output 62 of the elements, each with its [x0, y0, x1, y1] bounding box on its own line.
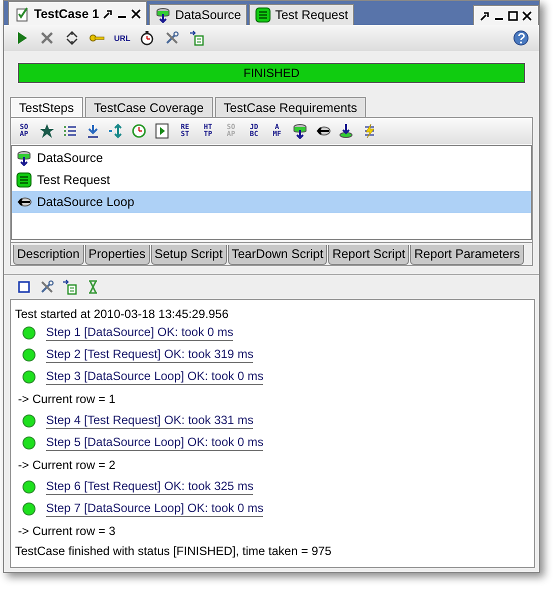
test-step-item[interactable]: Test Request: [12, 169, 531, 191]
clipboard-arrow-icon[interactable]: [189, 30, 206, 46]
status-dot-icon: [22, 326, 36, 340]
test-step-item[interactable]: DataSource: [12, 147, 531, 169]
close-icon[interactable]: [522, 10, 532, 20]
status-dot-icon: [22, 414, 36, 428]
document-tab[interactable]: TestCase 1: [8, 1, 148, 25]
help-icon[interactable]: [513, 30, 529, 46]
log-text: TestCase finished with status [FINISHED], time taken = 975: [15, 544, 332, 558]
step-result-link[interactable]: Step 5 [DataSource Loop] OK: took 0 ms: [46, 435, 264, 451]
square-icon[interactable]: [16, 279, 32, 295]
test-step-item[interactable]: DataSource Loop: [12, 191, 531, 213]
tab[interactable]: Report Parameters: [410, 245, 524, 265]
tab[interactable]: TestCase Requirements: [214, 97, 366, 117]
log-text: -> Current row = 2: [17, 458, 116, 472]
database-icon: [16, 150, 32, 166]
log-text: -> Current row = 3: [17, 524, 116, 538]
star-icon[interactable]: [39, 123, 55, 139]
step-result-link[interactable]: Step 6 [Test Request] OK: took 325 ms: [46, 479, 254, 495]
play-box-icon[interactable]: [154, 123, 170, 139]
pin-icon[interactable]: [103, 8, 114, 18]
tab[interactable]: Properties: [84, 245, 150, 265]
cycle-arrows-icon[interactable]: [64, 30, 80, 46]
step-result-link[interactable]: Step 2 [Test Request] OK: took 319 ms: [46, 347, 254, 363]
log-text: Test started at 2010-03-18 13:45:29.956: [15, 306, 228, 320]
database-icon: [155, 7, 172, 23]
status-dot-icon: [22, 502, 36, 516]
tab[interactable]: TearDown Script: [228, 245, 328, 265]
database-down-icon[interactable]: [338, 123, 354, 139]
tools-icon[interactable]: [164, 30, 180, 46]
clock-icon[interactable]: [131, 123, 147, 139]
checklist-icon: [14, 6, 30, 22]
tab[interactable]: TestSteps: [10, 97, 83, 117]
document-icon: [16, 172, 32, 188]
close-icon[interactable]: [131, 8, 142, 18]
tab[interactable]: Report Script: [328, 245, 410, 265]
stopwatch-icon[interactable]: [139, 30, 156, 46]
tab[interactable]: Description: [13, 245, 84, 265]
step-result-link[interactable]: Step 7 [DataSource Loop] OK: took 0 ms: [46, 501, 264, 517]
status-dot-icon: [22, 480, 36, 494]
tools-icon[interactable]: [39, 279, 55, 295]
tab[interactable]: TestCase Coverage: [84, 97, 213, 117]
step-result-link[interactable]: Step 1 [DataSource] OK: took 0 ms: [46, 325, 234, 341]
url-button[interactable]: URL: [114, 34, 130, 42]
database-icon[interactable]: [292, 123, 308, 139]
clipboard-arrow-icon[interactable]: [62, 279, 78, 295]
progress-label: FINISHED: [242, 66, 300, 80]
step-result-link[interactable]: Step 3 [DataSource Loop] OK: took 0 ms: [46, 369, 264, 385]
document-tab[interactable]: DataSource: [149, 4, 248, 25]
document-icon: [255, 7, 272, 23]
arrows-icon[interactable]: [108, 123, 124, 139]
cancel-icon[interactable]: [39, 30, 55, 46]
maximize-icon[interactable]: [508, 10, 518, 20]
status-dot-icon: [22, 436, 36, 450]
status-dot-icon: [22, 370, 36, 384]
download-arrow-icon[interactable]: [85, 123, 101, 139]
step-result-link[interactable]: Step 4 [Test Request] OK: took 331 ms: [46, 413, 254, 429]
tab[interactable]: Setup Script: [150, 245, 227, 265]
status-dot-icon: [22, 348, 36, 362]
log-text: -> Current row = 1: [17, 392, 116, 406]
pin-icon[interactable]: [480, 10, 490, 20]
document-tab[interactable]: Test Request: [249, 4, 354, 25]
